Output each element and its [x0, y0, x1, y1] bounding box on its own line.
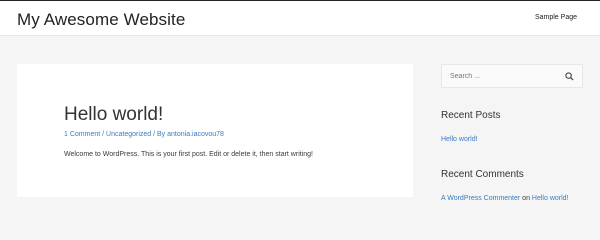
post-content: Welcome to WordPress. This is your first…	[64, 151, 313, 158]
author-link[interactable]: antonia.iacovou78	[167, 131, 224, 138]
post-card: Hello world! 1 Comment / Uncategorized /…	[17, 64, 413, 197]
comments-link[interactable]: 1 Comment	[64, 131, 100, 138]
post-title[interactable]: Hello world!	[64, 104, 163, 126]
meta-by-label: / By	[151, 131, 168, 138]
search-widget	[441, 64, 583, 88]
commenter-link[interactable]: A WordPress Commenter	[441, 195, 520, 202]
post-meta: 1 Comment / Uncategorized / By antonia.i…	[64, 131, 224, 138]
recent-post-link[interactable]: Hello world!	[441, 136, 478, 143]
recent-comments-title: Recent Comments	[441, 169, 524, 180]
search-icon[interactable]	[565, 72, 574, 81]
category-link[interactable]: Uncategorized	[106, 131, 151, 138]
nav-link-sample-page[interactable]: Sample Page	[535, 14, 577, 21]
site-header: My Awesome Website Sample Page	[0, 0, 600, 36]
site-title[interactable]: My Awesome Website	[17, 10, 185, 30]
recent-posts-title: Recent Posts	[441, 110, 501, 121]
search-input[interactable]	[442, 65, 562, 87]
comment-post-link[interactable]: Hello world!	[532, 195, 569, 202]
recent-comment-item: A WordPress Commenter on Hello world!	[441, 195, 569, 202]
comment-on-label: on	[520, 195, 532, 202]
